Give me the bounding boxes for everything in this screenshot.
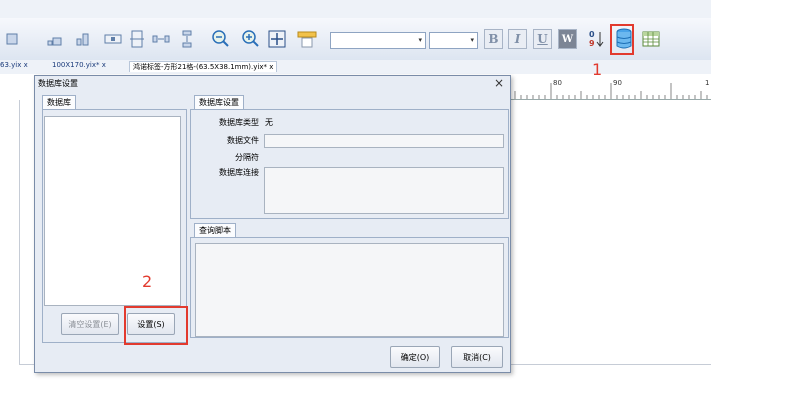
space-vertical-icon[interactable] [176, 28, 198, 50]
db-type-value: 无 [265, 118, 273, 127]
svg-text:0: 0 [589, 30, 595, 39]
dialog-title: 数据库设置 [38, 79, 78, 88]
horizontal-ruler: 80 90 1 [509, 77, 711, 100]
cancel-button[interactable]: 取消(C) [451, 346, 503, 368]
data-file-field[interactable] [264, 134, 504, 148]
chevron-down-icon: ▾ [470, 36, 474, 44]
distribute-horizontal-icon[interactable] [102, 28, 124, 50]
document-tabs: 63.yix x 100X170.yix* x 鸿诺标签-方形21格-(63.5… [0, 60, 711, 74]
font-size-combo[interactable]: ▾ [429, 32, 478, 49]
bold-icon[interactable]: B [484, 29, 503, 49]
query-script-field[interactable] [195, 243, 504, 337]
toolbar: ▾ ▾ B I U W 09 [0, 18, 711, 61]
settings-group-label: 数据库设置 [194, 95, 244, 109]
db-type-label: 数据库类型 [219, 118, 259, 127]
connection-label: 数据库连接 [219, 168, 259, 177]
doc-tab[interactable]: 63.yix x [0, 61, 28, 69]
doc-tab[interactable]: 100X170.yix* x [52, 61, 106, 69]
ok-button[interactable]: 确定(O) [390, 346, 440, 368]
ruler-label: 90 [613, 79, 622, 87]
zoom-in-icon[interactable] [240, 28, 262, 50]
database-list[interactable] [44, 116, 181, 306]
annotation-box-1 [610, 24, 634, 55]
separator-label: 分隔符 [235, 153, 259, 162]
ruler-label: 80 [553, 79, 562, 87]
ruler-label: 1 [705, 79, 710, 87]
connection-field[interactable] [264, 167, 504, 214]
designer-app: ▾ ▾ B I U W 09 63.yix x 100X170.yix* x 鸿… [0, 0, 711, 420]
bar-chart-icon[interactable] [72, 28, 94, 50]
annotation-box-2 [124, 306, 188, 345]
chevron-down-icon: ▾ [418, 36, 422, 44]
annotation-marker-1: 1 [592, 60, 603, 79]
font-name-combo[interactable]: ▾ [330, 32, 426, 49]
italic-icon[interactable]: I [508, 29, 527, 49]
database-settings-dialog: 数据库设置 × 数据库 清空设置(E) 设置(S) 数据库设置 数据库类型 无 … [34, 75, 511, 373]
query-group-label: 查询脚本 [194, 223, 236, 237]
sort-icon[interactable]: 09 [585, 28, 607, 50]
close-icon[interactable]: × [494, 76, 504, 90]
word-wrap-icon[interactable]: W [558, 29, 577, 49]
database-group-label: 数据库 [42, 95, 76, 109]
table-icon[interactable] [640, 28, 662, 50]
zoom-out-icon[interactable] [210, 28, 232, 50]
data-file-label: 数据文件 [227, 136, 259, 145]
annotation-marker-2: 2 [142, 272, 153, 291]
align-right-icon[interactable] [44, 28, 66, 50]
fit-page-icon[interactable] [266, 28, 288, 50]
doc-tab-active[interactable]: 鸿诺标签-方形21格-(63.5X38.1mm).yix* x [129, 61, 278, 72]
clear-settings-button[interactable]: 清空设置(E) [61, 313, 119, 335]
ruler-icon[interactable] [296, 28, 318, 50]
space-horizontal-icon[interactable] [150, 28, 172, 50]
align-icon[interactable] [2, 28, 24, 50]
canvas-left-edge [19, 100, 20, 365]
distribute-vertical-icon[interactable] [126, 28, 148, 50]
svg-text:9: 9 [589, 39, 595, 48]
menu-strip [0, 0, 711, 18]
underline-icon[interactable]: U [533, 29, 552, 49]
